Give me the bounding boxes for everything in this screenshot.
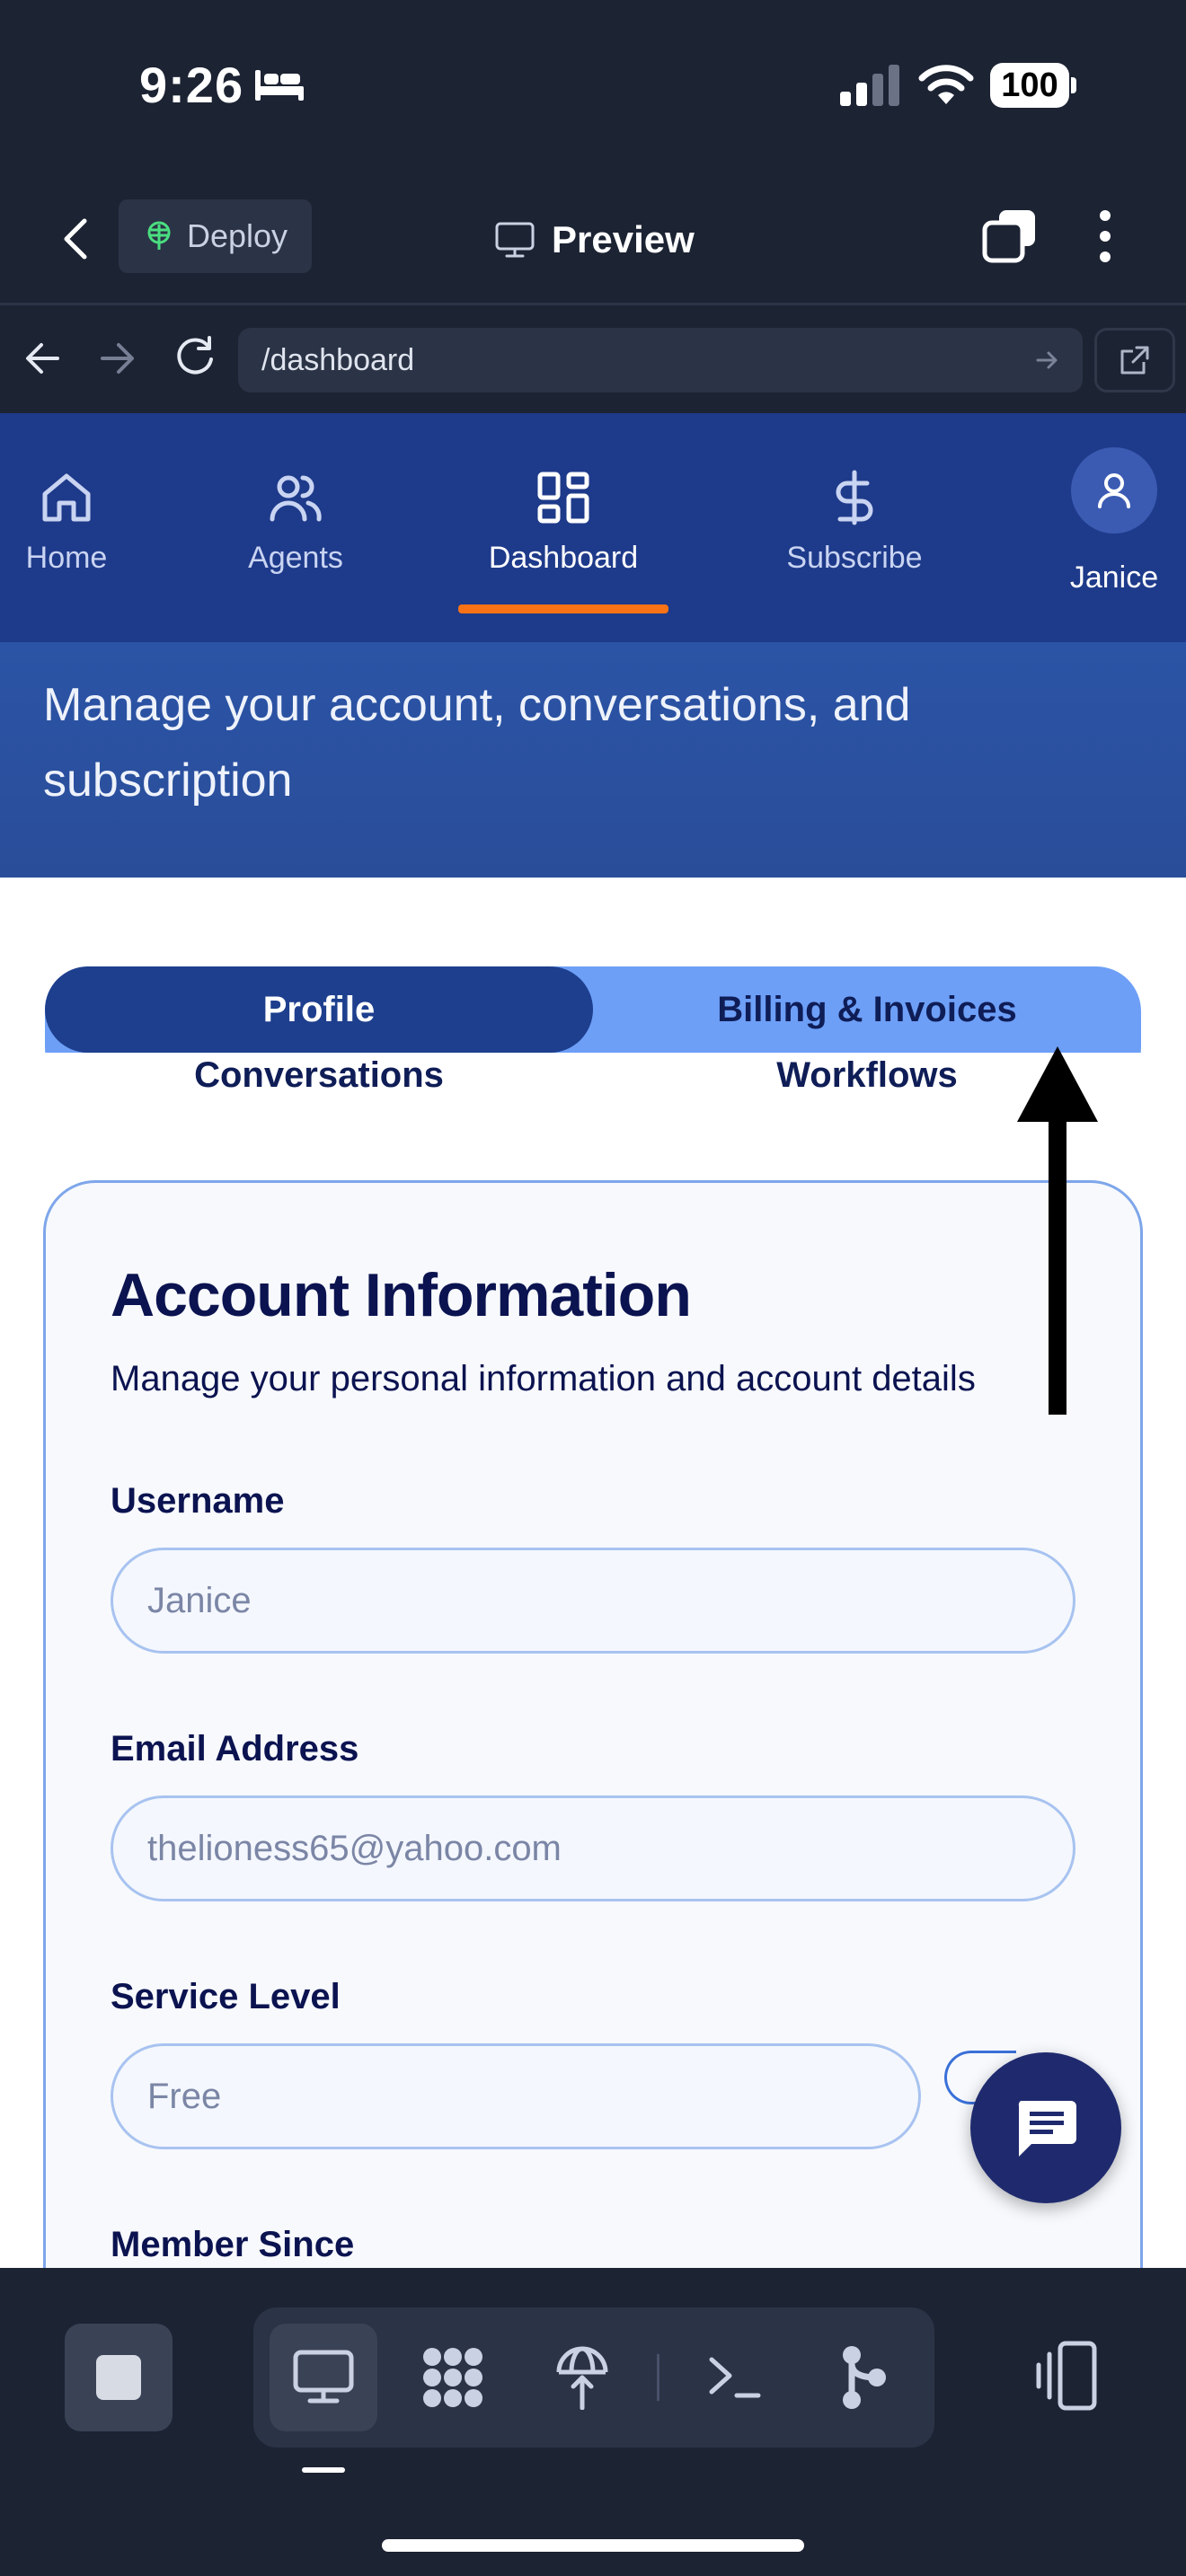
status-bar: 9:26 100: [0, 0, 1186, 171]
go-arrow-icon[interactable]: [1034, 347, 1061, 374]
battery-indicator: 100: [990, 63, 1076, 108]
reload-icon[interactable]: [173, 334, 217, 379]
agents-tool[interactable]: [399, 2324, 507, 2431]
monitor-icon: [495, 222, 535, 258]
hero-description: Manage your account, conversations, and …: [43, 679, 911, 807]
terminal-icon: [709, 2357, 761, 2398]
user-icon: [1098, 473, 1130, 508]
active-tab-underline: [458, 604, 668, 613]
deploy-button[interactable]: Deploy: [119, 199, 312, 273]
users-icon: [270, 475, 322, 522]
preview-label: Preview: [552, 218, 695, 260]
bottom-toolbar: [0, 2268, 1186, 2576]
deploy-tool[interactable]: [528, 2324, 636, 2431]
shell-tool[interactable]: [681, 2324, 789, 2431]
user-menu[interactable]: Janice: [1051, 447, 1177, 595]
battery-level: 100: [990, 63, 1069, 108]
apps-dots-icon: [423, 2348, 482, 2407]
tab-profile[interactable]: Profile: [45, 966, 593, 1053]
tab-conversations[interactable]: Conversations: [45, 1053, 593, 1098]
chat-button[interactable]: [970, 2052, 1121, 2203]
battery-cap: [1071, 77, 1076, 93]
dashboard-tabs: Profile Billing & Invoices Conversations…: [45, 966, 1141, 1098]
card-subtitle: Manage your personal information and acc…: [111, 1359, 976, 1398]
external-link-icon: [1120, 346, 1149, 375]
user-name: Janice: [1069, 560, 1159, 595]
monitor-icon: [293, 2350, 354, 2404]
email-label: Email Address: [111, 1729, 359, 1769]
dollar-icon: [836, 470, 873, 525]
back-chevron-icon[interactable]: [54, 212, 99, 266]
username-field[interactable]: Janice: [111, 1548, 1075, 1654]
home-indicator: [382, 2539, 804, 2552]
service-level-label: Service Level: [111, 1977, 341, 2016]
card-title: Account Information: [111, 1261, 692, 1329]
cellular-signal-icon: [840, 65, 899, 106]
member-since-label: Member Since: [111, 2225, 355, 2264]
dashboard-hero: Manage your account, conversations, and …: [0, 642, 1186, 878]
wifi-icon: [918, 65, 974, 104]
git-tool[interactable]: [810, 2324, 918, 2431]
stop-button[interactable]: [65, 2324, 173, 2431]
stop-icon: [96, 2355, 141, 2400]
url-text: /dashboard: [261, 343, 415, 377]
split-view-icon[interactable]: [1031, 2338, 1100, 2413]
site-navigation: Home Agents Dashboard Subscribe Janice: [0, 413, 1186, 642]
nav-agents[interactable]: Agents: [206, 469, 385, 576]
app-toolbar: Deploy Preview: [0, 171, 1186, 305]
nav-subscribe-label: Subscribe: [786, 541, 923, 575]
more-vertical-icon[interactable]: [1087, 207, 1123, 266]
browser-back-icon[interactable]: [22, 338, 63, 379]
deploy-icon: [147, 221, 171, 250]
browser-url-row: /dashboard: [0, 305, 1186, 413]
nav-dashboard[interactable]: Dashboard: [474, 469, 653, 576]
nav-home[interactable]: Home: [0, 469, 156, 576]
nav-home-label: Home: [25, 541, 108, 575]
deploy-icon: [556, 2346, 608, 2410]
status-time: 9:26: [139, 57, 244, 113]
sleep-focus-icon: [255, 70, 304, 101]
git-branch-icon: [843, 2346, 886, 2409]
email-field[interactable]: thelioness65@yahoo.com: [111, 1795, 1075, 1901]
nav-dashboard-label: Dashboard: [488, 541, 639, 575]
annotation-arrow-icon: [1017, 1046, 1098, 1415]
preview-tab-title[interactable]: Preview: [494, 208, 695, 271]
nav-agents-label: Agents: [248, 541, 343, 575]
active-tool-indicator: [302, 2467, 345, 2473]
service-level-field[interactable]: Free: [111, 2043, 921, 2149]
browser-forward-icon[interactable]: [97, 338, 138, 379]
avatar[interactable]: [1071, 447, 1157, 534]
preview-tool[interactable]: [270, 2324, 377, 2431]
open-external-button[interactable]: [1094, 328, 1175, 393]
url-input[interactable]: /dashboard: [238, 328, 1083, 393]
tab-billing-invoices[interactable]: Billing & Invoices: [593, 966, 1141, 1053]
chat-bubble-icon: [1018, 2101, 1076, 2157]
grid-icon: [537, 472, 589, 524]
tabs-switcher-icon[interactable]: [981, 207, 1039, 264]
toolbar-divider: [657, 2354, 659, 2401]
username-label: Username: [111, 1481, 285, 1521]
tool-switcher: [253, 2307, 934, 2448]
nav-subscribe[interactable]: Subscribe: [765, 469, 944, 576]
home-icon: [42, 473, 91, 522]
web-preview: Home Agents Dashboard Subscribe Janice M…: [0, 413, 1186, 2268]
deploy-label: Deploy: [187, 217, 288, 254]
